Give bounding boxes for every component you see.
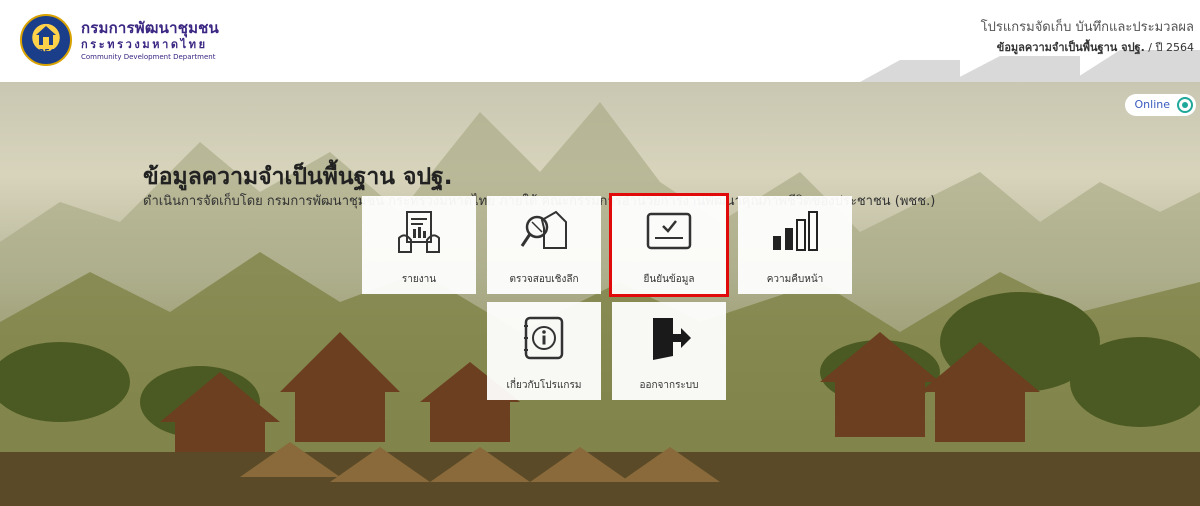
landscape-illustration <box>0 102 1200 506</box>
logo-year: ปี 2564 <box>30 48 62 57</box>
menu-tile-report[interactable]: รายงาน <box>362 196 476 294</box>
program-title: โปรแกรมจัดเก็บ บันทึกและประมวลผล <box>980 20 1194 35</box>
house-emblem-icon <box>36 26 56 45</box>
menu-tile-label: ตรวจสอบเชิงลึก <box>509 274 579 285</box>
menu-tile-label: ความคืบหน้า <box>766 274 824 285</box>
menu-tile-label: รายงาน <box>401 274 437 285</box>
program-subtitle: ข้อมูลความจำเป็นพื้นฐาน จปฐ. / ปี 2564 <box>996 41 1194 54</box>
menu-tile-label: ออกจากระบบ <box>639 380 699 391</box>
menu-tile-confirm-data[interactable]: ยืนยันข้อมูล <box>609 193 729 297</box>
menu-tile-logout[interactable]: ออกจากระบบ <box>612 302 726 400</box>
progress-bars-icon <box>773 211 818 251</box>
menu-tile-label: เกี่ยวกับโปรแกรม <box>506 380 582 391</box>
online-radio-icon <box>1177 97 1193 113</box>
hero-background: Online ข้อมูลความจำเป็นพื้นฐาน จปฐ. ดำเน… <box>0 82 1200 506</box>
inspect-house-icon <box>520 210 567 249</box>
org-name-en: Community Development Department <box>81 53 216 61</box>
cdd-logo: ปี 2564 <box>20 14 72 66</box>
menu-tile-label: ยืนยันข้อมูล <box>643 274 695 285</box>
menu-tile-inspect[interactable]: ตรวจสอบเชิงลึก <box>487 196 601 294</box>
online-status-toggle[interactable]: Online <box>1124 94 1196 116</box>
info-icon <box>524 316 564 360</box>
report-icon <box>398 211 440 253</box>
menu-tile-about[interactable]: เกี่ยวกับโปรแกรม <box>487 302 601 400</box>
menu-tile-progress[interactable]: ความคืบหน้า <box>738 196 852 294</box>
app-header: ปี 2564 กรมการพัฒนาชุมชน กระทรวงมหาดไทย … <box>0 0 1200 82</box>
confirm-data-icon <box>646 212 692 250</box>
logout-icon <box>653 318 691 360</box>
online-label: Online <box>1134 98 1170 111</box>
org-ministry-th: กระทรวงมหาดไทย <box>81 38 208 51</box>
